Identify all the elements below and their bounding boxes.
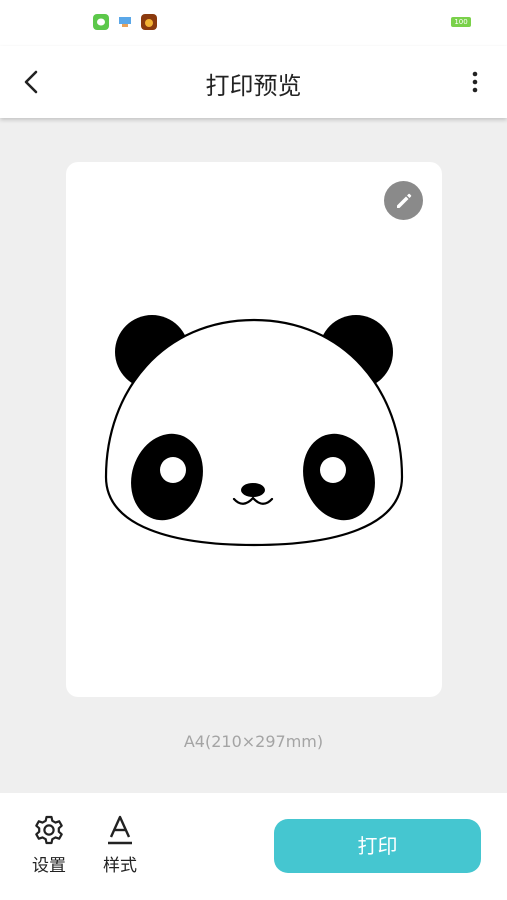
battery-level: 100	[454, 18, 468, 26]
pencil-icon	[396, 193, 411, 208]
panda-nose	[241, 483, 265, 497]
settings-label: 设置	[32, 856, 66, 876]
game-app-icon	[141, 14, 157, 30]
bottom-toolbar: 设置 样式 打印	[0, 793, 507, 900]
settings-button[interactable]: 设置	[19, 813, 79, 876]
style-button[interactable]: 样式	[90, 813, 150, 876]
panda-illustration	[104, 315, 404, 547]
notification-app-icon	[117, 14, 133, 30]
print-preview-page[interactable]	[66, 162, 442, 697]
style-label: 样式	[103, 856, 137, 876]
gear-icon	[35, 815, 63, 845]
paper-size-label: A4(210×297mm)	[183, 732, 324, 751]
print-button[interactable]: 打印	[274, 819, 481, 873]
app-bar: 打印预览	[0, 46, 507, 118]
text-style-icon	[108, 815, 132, 845]
wechat-app-icon	[93, 14, 109, 30]
battery-icon: 100	[451, 17, 471, 27]
edit-button[interactable]	[384, 181, 423, 220]
status-bar: 100	[0, 0, 507, 46]
panda-left-eye	[160, 457, 186, 483]
status-app-icons	[93, 14, 157, 30]
more-options-button[interactable]	[463, 68, 487, 96]
panda-right-eye	[320, 457, 346, 483]
more-vertical-icon	[472, 71, 478, 93]
page-title: 打印预览	[205, 72, 302, 100]
